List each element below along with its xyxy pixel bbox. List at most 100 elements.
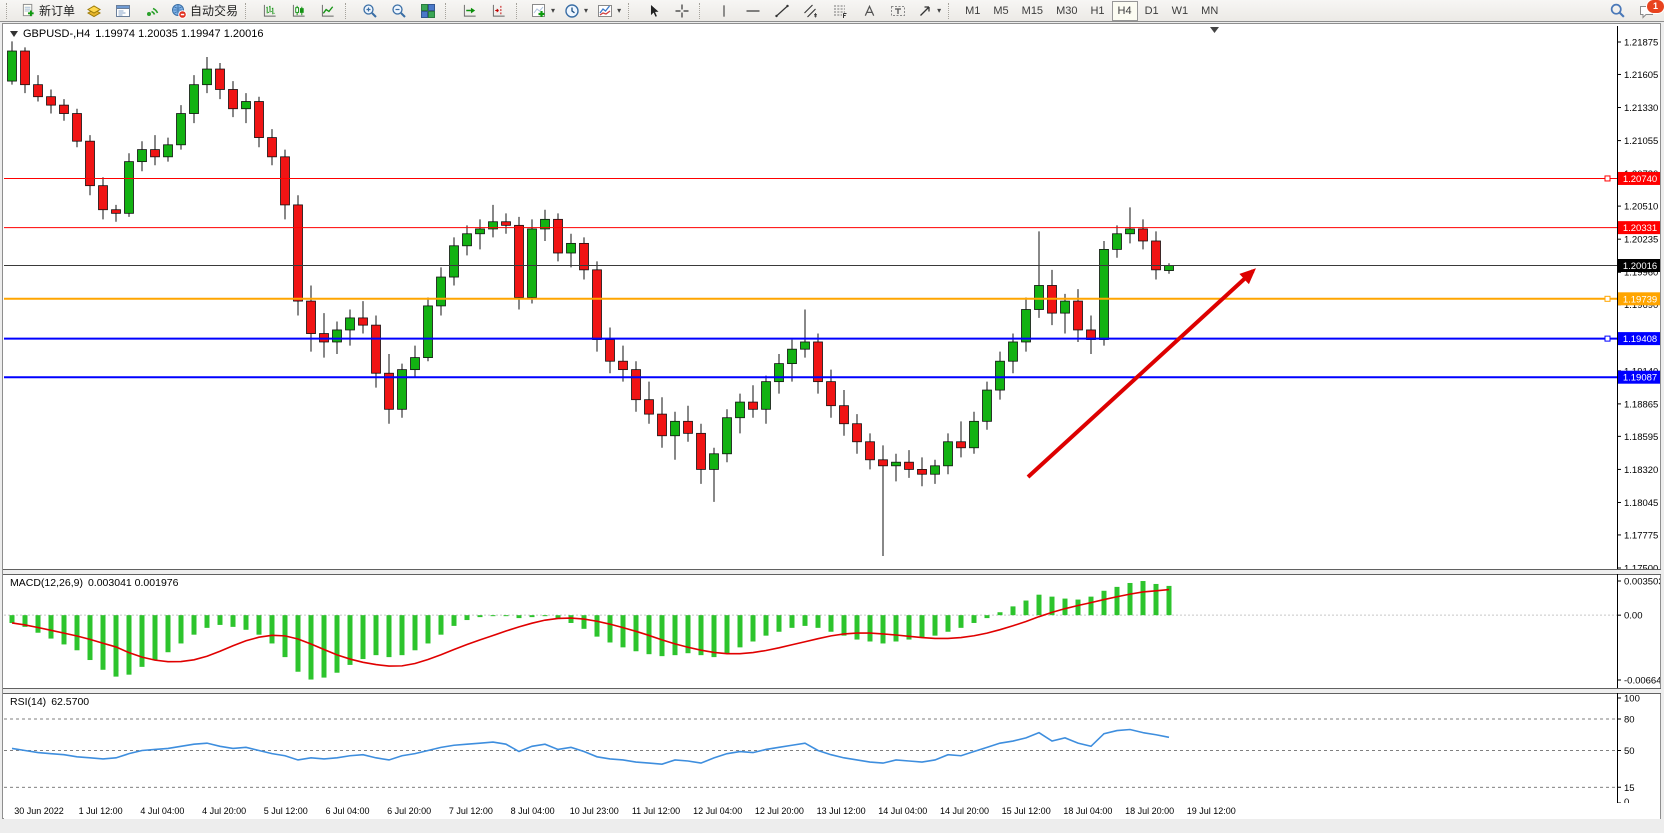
macd-bar — [569, 615, 574, 623]
candle-body — [1074, 301, 1083, 330]
rsi-panel[interactable]: 1008050150 — [4, 693, 1660, 803]
signal-button[interactable] — [138, 0, 166, 22]
macd-bar — [621, 615, 626, 647]
time-axis[interactable]: 30 Jun 20221 Jul 12:004 Jul 04:004 Jul 2… — [4, 804, 1660, 819]
macd-tick-label: 0.00 — [1624, 611, 1643, 622]
macd-bar — [361, 615, 366, 659]
macd-indicator-label: MACD(12,26,9) 0.003041 0.001976 — [10, 577, 178, 589]
crosshair-tool-button[interactable] — [668, 0, 696, 22]
chart-shift-button[interactable] — [485, 0, 513, 22]
autotrading-icon — [171, 3, 187, 19]
rsi-tick-label: 50 — [1624, 746, 1635, 757]
timeframe-m1-button[interactable]: M1 — [959, 1, 986, 21]
candle-body — [398, 370, 407, 410]
candle — [684, 406, 693, 442]
auto-scroll-button[interactable] — [456, 0, 484, 22]
text-label-tool-button[interactable] — [884, 0, 912, 22]
macd-bar — [309, 615, 314, 679]
candle — [21, 47, 30, 93]
macd-bar — [10, 615, 15, 623]
candle-body — [645, 400, 654, 414]
candle-body — [164, 145, 173, 157]
macd-bar — [738, 615, 743, 647]
arrows-tool-button[interactable]: ▾ — [913, 0, 945, 22]
candle-body — [619, 361, 628, 369]
new-order-button[interactable]: 新订单 — [17, 0, 79, 22]
candle — [840, 390, 849, 436]
bar-chart-button[interactable] — [256, 0, 284, 22]
vertical-line-tool-button[interactable] — [710, 0, 738, 22]
dropdown-arrow-icon: ▾ — [584, 6, 588, 15]
timeframe-m15-button[interactable]: M15 — [1016, 1, 1049, 21]
timeframe-d1-button[interactable]: D1 — [1139, 1, 1165, 21]
macd-bar — [946, 615, 951, 632]
price-chart-panel[interactable]: 1.218751.216051.213301.210551.207801.205… — [4, 26, 1660, 569]
line-handle[interactable] — [1605, 296, 1610, 301]
toolbar-separator — [628, 3, 635, 19]
add-indicator-button[interactable]: ▾ — [527, 0, 559, 22]
macd-panel[interactable]: 0.0035030.00-0.006647 — [4, 574, 1660, 688]
fibonacci-tool-button[interactable] — [826, 0, 854, 22]
quotes-button[interactable] — [80, 0, 108, 22]
equidistant-channel-tool-button[interactable] — [797, 0, 825, 22]
macd-bar — [36, 615, 41, 633]
macd-bar — [166, 615, 171, 652]
timeframe-m5-button[interactable]: M5 — [987, 1, 1014, 21]
tile-windows-button[interactable] — [414, 0, 442, 22]
horizontal-line-tool-button[interactable] — [739, 0, 767, 22]
line-chart-button[interactable] — [314, 0, 342, 22]
periods-button[interactable]: ▾ — [560, 0, 592, 22]
equidistant-channel-icon — [803, 3, 819, 19]
trendline-tool-button[interactable] — [768, 0, 796, 22]
text-tool-button[interactable] — [855, 0, 883, 22]
macd-bar — [478, 615, 483, 617]
candle-body — [970, 421, 979, 447]
macd-bar — [881, 615, 886, 643]
candle-body — [840, 406, 849, 424]
candle-body — [853, 424, 862, 442]
candle-body — [359, 318, 368, 325]
candle-body — [567, 243, 576, 253]
market-depth-button[interactable] — [109, 0, 137, 22]
rsi-tick-label: 100 — [1624, 694, 1640, 705]
zoom-out-button[interactable] — [385, 0, 413, 22]
cursor-tool-button[interactable] — [639, 0, 667, 22]
price-tick-label: 1.18595 — [1624, 432, 1658, 443]
candle-body — [450, 246, 459, 277]
search-button[interactable] — [1603, 0, 1631, 22]
candle-body — [411, 358, 420, 370]
quotes-icon — [86, 3, 102, 19]
timeframe-mn-button[interactable]: MN — [1195, 1, 1224, 21]
timeframe-h1-button[interactable]: H1 — [1084, 1, 1110, 21]
candle — [931, 460, 940, 484]
candle-body — [1113, 234, 1122, 250]
line-handle[interactable] — [1605, 336, 1610, 341]
price-tick-label: 1.18045 — [1624, 498, 1658, 509]
autotrading-button[interactable]: 自动交易 — [167, 0, 242, 22]
macd-bar — [387, 615, 392, 657]
line-handle[interactable] — [1605, 176, 1610, 181]
candle — [1126, 207, 1135, 243]
candle — [814, 334, 823, 394]
chart-shift-marker[interactable] — [1210, 27, 1219, 33]
timeframe-w1-button[interactable]: W1 — [1166, 1, 1195, 21]
macd-bar — [1128, 583, 1133, 615]
macd-bar — [218, 615, 223, 625]
chat-button[interactable]: 1 — [1632, 0, 1660, 22]
timeframe-h4-button[interactable]: H4 — [1112, 1, 1138, 21]
chart-collapse-icon[interactable] — [10, 31, 18, 37]
candlestick-chart-button[interactable] — [285, 0, 313, 22]
zoom-in-button[interactable] — [356, 0, 384, 22]
macd-bar — [205, 615, 210, 628]
timeframe-m30-button[interactable]: M30 — [1050, 1, 1083, 21]
dropdown-arrow-icon: ▾ — [937, 6, 941, 15]
macd-bar — [842, 615, 847, 635]
candle-body — [1035, 285, 1044, 309]
macd-bar — [140, 615, 145, 667]
candle-body — [775, 364, 784, 382]
dropdown-arrow-icon: ▾ — [617, 6, 621, 15]
templates-button[interactable]: ▾ — [593, 0, 625, 22]
price-tick-label: 1.21605 — [1624, 70, 1658, 81]
candle-body — [463, 234, 472, 246]
macd-bar — [452, 615, 457, 626]
